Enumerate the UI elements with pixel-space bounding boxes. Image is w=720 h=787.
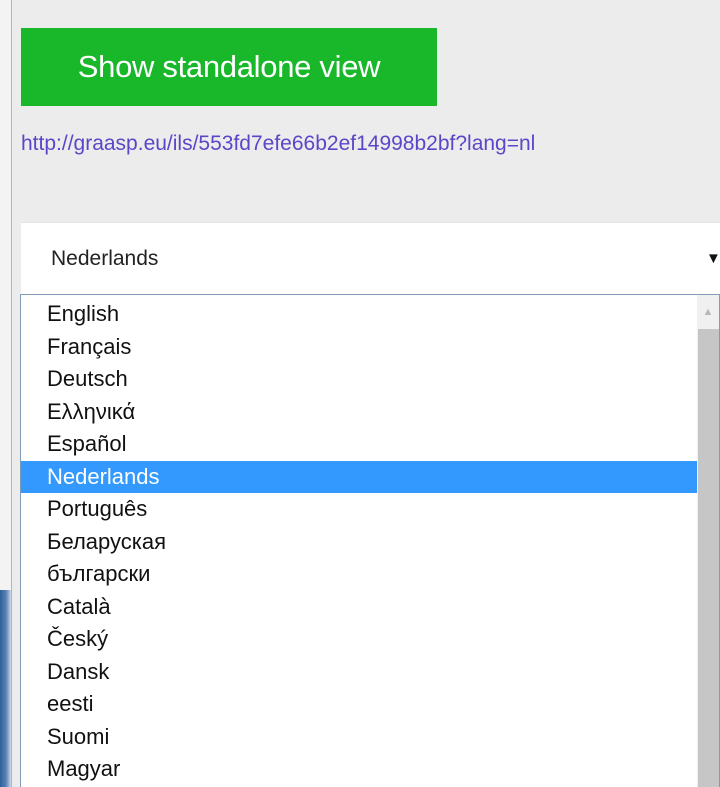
language-option[interactable]: Català [21, 591, 697, 624]
scrollbar-thumb[interactable] [698, 329, 719, 787]
language-option[interactable]: Dansk [21, 656, 697, 689]
language-options: English Français Deutsch Ελληνικά Español Ned… [21, 298, 697, 786]
language-option[interactable]: Français [21, 331, 697, 364]
language-select-value: Nederlands [51, 247, 159, 270]
language-option[interactable]: Deutsch [21, 363, 697, 396]
language-option[interactable]: български [21, 558, 697, 591]
dropdown-scrollbar[interactable]: ▲ [697, 295, 719, 787]
language-option[interactable]: Ελληνικά [21, 396, 697, 429]
language-select[interactable]: Nederlands ▼ [21, 222, 720, 295]
language-option[interactable]: Português [21, 493, 697, 526]
language-option[interactable]: Nederlands [21, 460, 697, 493]
background-window-fragment [0, 590, 11, 787]
language-option[interactable]: Suomi [21, 721, 697, 754]
language-option[interactable]: Český [21, 623, 697, 656]
standalone-url-link[interactable]: http://graasp.eu/ils/553fd7efe66b2ef1499… [21, 122, 701, 166]
show-standalone-view-button[interactable]: Show standalone view [21, 28, 437, 106]
language-option[interactable]: Беларуская [21, 526, 697, 559]
language-option[interactable]: English [21, 298, 697, 331]
chevron-down-icon: ▼ [706, 250, 720, 267]
scroll-up-arrow-icon[interactable]: ▲ [697, 295, 719, 329]
language-dropdown-list[interactable]: English Français Deutsch Ελληνικά Español Ned… [20, 294, 720, 787]
language-option[interactable]: Español [21, 428, 697, 461]
language-option[interactable]: Magyar [21, 753, 697, 786]
left-window-edge [0, 0, 12, 787]
language-option[interactable]: eesti [21, 688, 697, 721]
